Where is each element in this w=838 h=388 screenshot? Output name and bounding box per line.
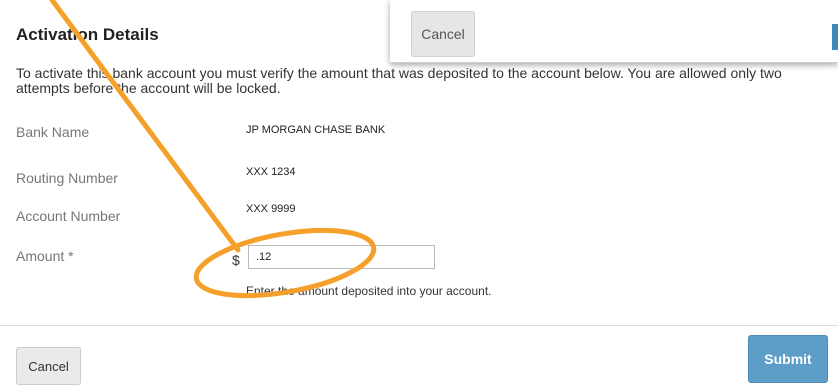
activation-instructions: To activate this bank account you must v… (16, 65, 782, 96)
footer-divider (0, 325, 838, 326)
currency-symbol: $ (232, 252, 240, 268)
account-number-value: XXX 9999 (246, 203, 296, 215)
amount-help-text: Enter the amount deposited into your acc… (246, 284, 492, 298)
routing-number-label: Routing Number (16, 170, 118, 186)
background-dialog: Cancel (390, 0, 838, 63)
bank-name-label: Bank Name (16, 124, 90, 140)
background-primary-button-edge[interactable] (832, 24, 838, 50)
account-number-label: Account Number (16, 208, 121, 224)
background-cancel-button[interactable]: Cancel (411, 11, 475, 57)
amount-input[interactable] (248, 245, 435, 269)
amount-label: Amount * (16, 248, 74, 264)
submit-button[interactable]: Submit (748, 335, 828, 383)
cancel-button[interactable]: Cancel (16, 347, 81, 385)
routing-number-value: XXX 1234 (246, 166, 296, 178)
panel-title: Activation Details (16, 25, 159, 44)
bank-name-value: JP MORGAN CHASE BANK (246, 124, 386, 136)
